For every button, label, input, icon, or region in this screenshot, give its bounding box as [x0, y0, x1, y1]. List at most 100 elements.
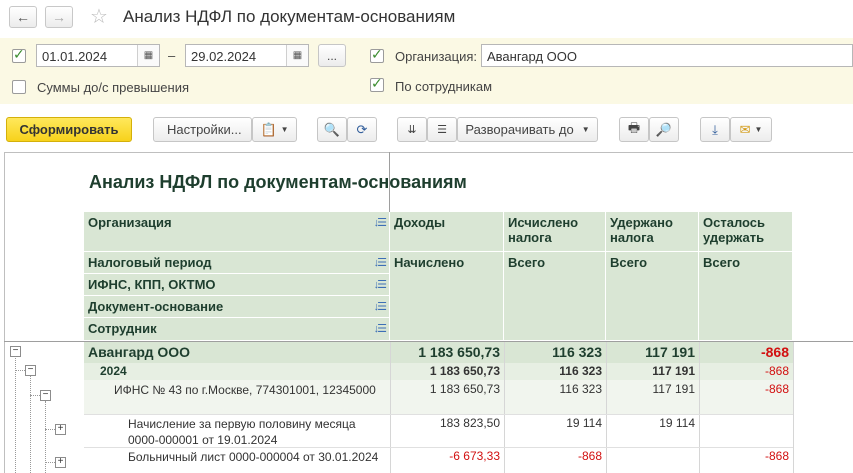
organization-field[interactable]: Авангард ООО	[481, 44, 853, 67]
back-button[interactable]: ←	[9, 6, 37, 28]
row-remaining: -868	[764, 382, 789, 396]
chevron-down-icon: ▼	[581, 125, 590, 134]
sort-icon[interactable]: ↓☰	[374, 300, 387, 313]
variant-menu-button[interactable]: 📋 ▼	[252, 117, 297, 142]
generate-button[interactable]: Сформировать	[6, 117, 132, 142]
date-from-value: 01.01.2024	[42, 49, 108, 64]
arrow-left-icon: ←	[16, 9, 30, 25]
row-withheld: 19 114	[659, 416, 695, 430]
table-row-organization[interactable]: Авангард ООО 1 183 650,73 116 323 117 19…	[84, 342, 793, 363]
row-name: Начисление за первую половину месяца 000…	[128, 417, 356, 447]
expand-to-button[interactable]: Разворачивать до ▼	[457, 117, 598, 142]
search-replace-button[interactable]: ⟳	[347, 117, 377, 142]
grouping-label: Сотрудник	[88, 321, 157, 336]
calendar-icon[interactable]: ▦	[137, 45, 159, 66]
row-withheld: 117 191	[645, 344, 695, 360]
col-remaining-subheader: Всего	[699, 252, 793, 341]
download-icon: ⤓	[712, 121, 718, 137]
grouping-tax-period: Налоговый период ↓☰	[84, 252, 390, 274]
calendar-icon[interactable]: ▦	[286, 45, 308, 66]
grouping-label: Документ-основание	[88, 299, 224, 314]
period-select-button[interactable]: ...	[318, 44, 346, 67]
grouping-label: Налоговый период	[88, 255, 212, 270]
search-refresh-icon: ⟳	[356, 121, 368, 137]
grouping-label: ИФНС, КПП, ОКТМО	[88, 277, 216, 292]
row-income: 1 183 650,73	[429, 364, 500, 378]
organization-value: Авангард ООО	[487, 49, 577, 64]
clipboard-icon: 📋	[260, 121, 277, 137]
collapse-icon[interactable]: −	[10, 346, 21, 357]
date-to-value: 29.02.2024	[191, 49, 257, 64]
col-withheld-subheader: Всего	[606, 252, 699, 341]
col-calculated-header: Исчислено налога	[504, 212, 606, 252]
row-calculated: 19 114	[566, 416, 602, 430]
sort-icon: ⇊	[407, 124, 417, 136]
sort-button[interactable]: ⇊	[397, 117, 427, 142]
row-income: 183 823,50	[439, 416, 500, 430]
row-calculated: -868	[577, 449, 602, 463]
col-withheld-header: Удержано налога	[606, 212, 699, 252]
date-dash: –	[168, 48, 176, 63]
row-remaining: -868	[760, 344, 789, 360]
period-checkbox[interactable]	[12, 46, 26, 63]
sort-icon[interactable]: ↓☰	[374, 278, 387, 291]
row-remaining: -868	[764, 449, 789, 463]
preview-icon: 🔎	[655, 121, 673, 137]
print-button[interactable]: 🖶	[619, 117, 649, 142]
row-remaining: -868	[764, 364, 789, 378]
row-income: 1 183 650,73	[429, 382, 500, 396]
grouping-employee: Сотрудник ↓☰	[84, 318, 390, 341]
row-calculated: 116 323	[559, 382, 603, 396]
date-to-field[interactable]: 29.02.2024 ▦	[185, 44, 309, 67]
download-button[interactable]: ⤓	[700, 117, 730, 142]
table-row-ifns[interactable]: ИФНС № 43 по г.Москве, 774301001, 123450…	[84, 380, 793, 414]
table-row-document[interactable]: Больничный лист 0000-000004 от 30.01.202…	[84, 447, 793, 473]
table-row-year[interactable]: 2024 1 183 650,73 116 323 117 191 -868	[84, 363, 793, 380]
search-icon: 🔍	[323, 121, 341, 137]
row-income: 1 183 650,73	[418, 344, 500, 360]
report-title: Анализ НДФЛ по документам-основаниям	[89, 172, 467, 192]
forward-button[interactable]: →	[45, 6, 73, 28]
row-income: -6 673,33	[449, 449, 500, 463]
row-name: Больничный лист 0000-000004 от 30.01.202…	[128, 450, 379, 464]
row-name: 2024	[100, 364, 127, 378]
date-from-field[interactable]: 01.01.2024 ▦	[36, 44, 160, 67]
sort-icon[interactable]: ↓☰	[374, 256, 387, 269]
window-title: Анализ НДФЛ по документам-основаниям	[123, 7, 456, 26]
organization-checkbox[interactable]	[370, 46, 384, 63]
row-calculated: 116 323	[552, 344, 602, 360]
col-calculated-subheader: Всего	[504, 252, 606, 341]
row-name: ИФНС № 43 по г.Москве, 774301001, 123450…	[114, 383, 376, 397]
col-income-subheader: Начислено	[390, 252, 504, 341]
row-withheld: 117 191	[652, 382, 696, 396]
sort-icon[interactable]: ↓☰	[374, 216, 387, 229]
over-limit-label: Суммы до/с превышения	[37, 80, 190, 95]
by-employees-label: По сотрудникам	[395, 79, 493, 94]
by-employees-checkbox[interactable]	[370, 75, 384, 92]
collapse-icon[interactable]: −	[40, 390, 51, 401]
expand-icon[interactable]: +	[55, 457, 66, 468]
settings-button[interactable]: Настройки...	[153, 117, 252, 142]
email-button[interactable]: ✉ ▼	[730, 117, 772, 142]
arrow-right-icon: →	[52, 9, 66, 25]
row-name: Авангард ООО	[88, 344, 191, 360]
grouping-document: Документ-основание ↓☰	[84, 296, 390, 318]
collapse-icon[interactable]: −	[25, 365, 36, 376]
group-button[interactable]: ☰	[427, 117, 457, 142]
favorite-star-icon[interactable]: ☆	[90, 4, 108, 29]
grouping-organization: Организация ↓☰	[84, 212, 390, 252]
envelope-icon: ✉	[739, 121, 751, 137]
over-limit-checkbox[interactable]	[12, 80, 26, 94]
grouping-ifns: ИФНС, КПП, ОКТМО ↓☰	[84, 274, 390, 296]
chevron-down-icon: ▼	[280, 125, 289, 134]
col-remaining-header: Осталось удержать	[699, 212, 793, 252]
chevron-down-icon: ▼	[754, 125, 763, 134]
grouping-label: Организация	[88, 215, 172, 230]
search-button[interactable]: 🔍	[317, 117, 347, 142]
printer-icon: 🖶	[627, 119, 641, 135]
table-row-document[interactable]: Начисление за первую половину месяца 000…	[84, 414, 793, 447]
sort-icon[interactable]: ↓☰	[374, 322, 387, 335]
expand-icon[interactable]: +	[55, 424, 66, 435]
preview-button[interactable]: 🔎	[649, 117, 679, 142]
row-calculated: 116 323	[559, 364, 602, 378]
